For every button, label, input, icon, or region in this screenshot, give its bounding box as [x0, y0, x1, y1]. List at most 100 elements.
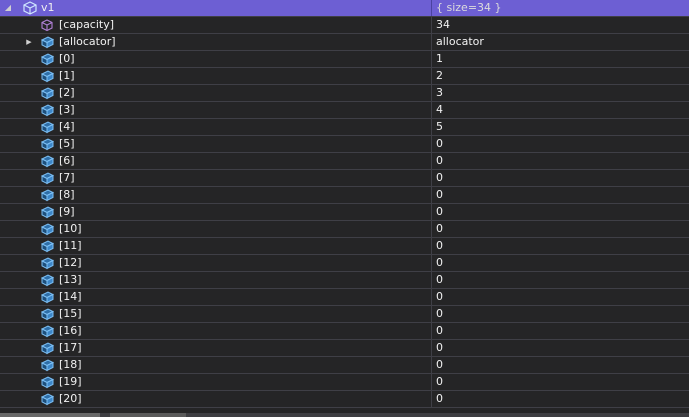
blue-cube-icon [39, 154, 55, 168]
watch-row[interactable]: [15] 0 [0, 306, 689, 323]
column-divider[interactable] [431, 119, 432, 135]
column-divider[interactable] [431, 255, 432, 271]
watch-row[interactable]: [8] 0 [0, 187, 689, 204]
variable-value[interactable]: 0 [436, 136, 443, 152]
variable-name: [13] [59, 273, 82, 286]
variable-value[interactable]: 5 [436, 119, 443, 135]
column-divider[interactable] [431, 272, 432, 288]
name-cell: [20] [0, 391, 431, 407]
column-divider[interactable] [431, 340, 432, 356]
variable-value[interactable]: 0 [436, 391, 443, 407]
watch-row[interactable]: [4] 5 [0, 119, 689, 136]
blue-cube-icon [39, 375, 55, 389]
variable-name: [8] [59, 188, 75, 201]
watch-row[interactable]: [5] 0 [0, 136, 689, 153]
name-cell: ▶ [allocator] [0, 34, 431, 50]
watch-row[interactable]: [13] 0 [0, 272, 689, 289]
column-divider[interactable] [431, 357, 432, 373]
variable-value[interactable]: 0 [436, 187, 443, 203]
name-cell: [7] [0, 170, 431, 186]
column-divider[interactable] [431, 221, 432, 237]
variable-value[interactable]: 0 [436, 374, 443, 390]
variable-value[interactable]: 0 [436, 255, 443, 271]
name-cell: [capacity] [0, 17, 431, 33]
column-divider[interactable] [431, 85, 432, 101]
column-divider[interactable] [431, 204, 432, 220]
variable-value[interactable]: 2 [436, 68, 443, 84]
column-divider[interactable] [431, 374, 432, 390]
variable-name: [12] [59, 256, 82, 269]
variable-value[interactable]: 0 [436, 272, 443, 288]
watch-row[interactable]: [2] 3 [0, 85, 689, 102]
variable-value[interactable]: 0 [436, 340, 443, 356]
variable-value[interactable]: allocator [436, 34, 484, 50]
column-divider[interactable] [431, 289, 432, 305]
watch-row[interactable]: [14] 0 [0, 289, 689, 306]
watch-row[interactable]: [3] 4 [0, 102, 689, 119]
variable-value[interactable]: 1 [436, 51, 443, 67]
scrollbar-thumb[interactable] [0, 413, 100, 417]
variable-value[interactable]: 0 [436, 170, 443, 186]
variable-name: [14] [59, 290, 82, 303]
column-divider[interactable] [431, 306, 432, 322]
watch-row[interactable]: [7] 0 [0, 170, 689, 187]
watch-row[interactable]: [18] 0 [0, 357, 689, 374]
column-divider[interactable] [431, 187, 432, 203]
watch-row[interactable]: [16] 0 [0, 323, 689, 340]
column-divider[interactable] [431, 136, 432, 152]
column-divider[interactable] [431, 0, 432, 16]
variable-value[interactable]: 4 [436, 102, 443, 118]
blue-cube-icon [39, 307, 55, 321]
column-divider[interactable] [431, 68, 432, 84]
variable-name: [allocator] [59, 35, 116, 48]
blue-cube-icon [39, 324, 55, 338]
name-cell: [13] [0, 272, 431, 288]
variable-name: [capacity] [59, 18, 115, 31]
variable-value[interactable]: { size=34 } [436, 0, 502, 16]
column-divider[interactable] [431, 238, 432, 254]
cube-variable-icon [22, 1, 38, 15]
watch-row[interactable]: [6] 0 [0, 153, 689, 170]
blue-cube-icon [39, 358, 55, 372]
variable-value[interactable]: 3 [436, 85, 443, 101]
variable-value[interactable]: 0 [436, 323, 443, 339]
watch-row[interactable]: ▶ [allocator] allocator [0, 34, 689, 51]
name-cell: [10] [0, 221, 431, 237]
column-divider[interactable] [431, 51, 432, 67]
variable-name: [11] [59, 239, 82, 252]
watch-row[interactable]: [19] 0 [0, 374, 689, 391]
column-divider[interactable] [431, 170, 432, 186]
column-divider[interactable] [431, 102, 432, 118]
variable-value[interactable]: 0 [436, 221, 443, 237]
variable-value[interactable]: 0 [436, 357, 443, 373]
name-cell: ◢ v1 [0, 0, 431, 16]
watch-row[interactable]: [11] 0 [0, 238, 689, 255]
watch-row[interactable]: [9] 0 [0, 204, 689, 221]
watch-row[interactable]: [10] 0 [0, 221, 689, 238]
variable-value[interactable]: 0 [436, 306, 443, 322]
column-divider[interactable] [431, 17, 432, 33]
variable-name: [20] [59, 392, 82, 405]
watch-row[interactable]: [0] 1 [0, 51, 689, 68]
expand-arrow-icon[interactable]: ▶ [23, 34, 35, 50]
variable-value[interactable]: 0 [436, 238, 443, 254]
variable-value[interactable]: 0 [436, 289, 443, 305]
column-divider[interactable] [431, 153, 432, 169]
horizontal-scrollbar[interactable] [0, 413, 689, 417]
scrollbar-thumb-segment[interactable] [110, 413, 186, 417]
variable-value[interactable]: 0 [436, 204, 443, 220]
column-divider[interactable] [431, 391, 432, 407]
watch-row-root[interactable]: ◢ v1 { size=34 } [0, 0, 689, 17]
variable-value[interactable]: 0 [436, 153, 443, 169]
watch-row[interactable]: [12] 0 [0, 255, 689, 272]
watch-row[interactable]: [20] 0 [0, 391, 689, 408]
watch-row[interactable]: [17] 0 [0, 340, 689, 357]
column-divider[interactable] [431, 323, 432, 339]
watch-row[interactable]: [capacity] 34 [0, 17, 689, 34]
watch-row[interactable]: [1] 2 [0, 68, 689, 85]
blue-cube-icon [39, 35, 55, 49]
blue-cube-icon [39, 120, 55, 134]
variable-value[interactable]: 34 [436, 17, 450, 33]
column-divider[interactable] [431, 34, 432, 50]
collapse-arrow-icon[interactable]: ◢ [2, 0, 14, 16]
